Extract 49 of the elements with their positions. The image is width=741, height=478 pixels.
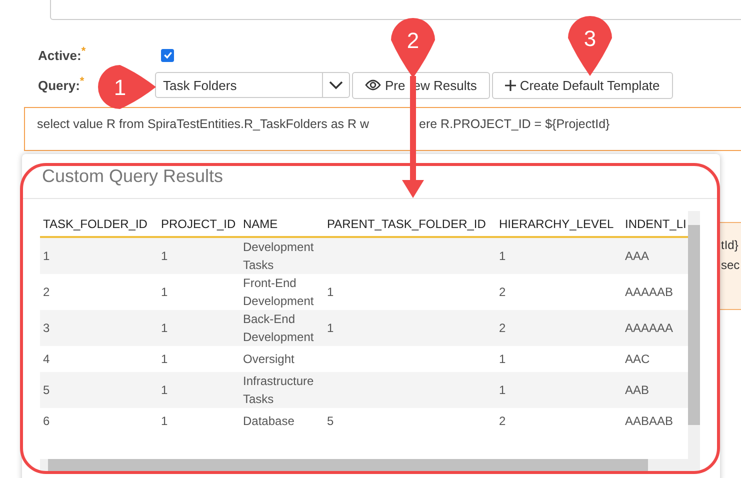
table-cell-text: 2 — [499, 320, 506, 337]
table-cell-text: Front-End Development — [243, 275, 315, 310]
table-cell-text: 5 — [327, 413, 334, 430]
table-cell-text: AAAAAB — [625, 284, 674, 301]
table-cell-text: 1 — [499, 248, 506, 265]
horizontal-scrollbar[interactable] — [40, 459, 700, 471]
table-cell-text: 2 — [43, 284, 50, 301]
table-cell-text: 6 — [43, 413, 50, 430]
table-cell-text: 1 — [161, 284, 168, 301]
chevron-down-icon — [329, 80, 343, 90]
table-cell-text: 1 — [161, 248, 168, 265]
table-cell-text: Oversight — [243, 351, 294, 368]
table-cell-text: Infrastructure Tasks — [243, 373, 315, 408]
query-textarea[interactable]: select value R from SpiraTestEntities.R_TaskFolders as R w ere R.PROJECT_ID = ${ProjectId} — [24, 107, 741, 151]
table-cell-text: 1 — [161, 382, 168, 399]
table-cell-text: 2 — [499, 284, 506, 301]
query-dropdown[interactable]: Task Folders — [155, 72, 350, 98]
table-cell-text: 1 — [43, 248, 50, 265]
table-cell-text: AABAAB — [625, 413, 674, 430]
table-cell-text: 1 — [327, 284, 334, 301]
table-cell-text: 1 — [161, 413, 168, 430]
table-cell-text: 1 — [499, 351, 506, 368]
table-cell-text: AAB — [625, 382, 650, 399]
table-cell-text: AAA — [625, 248, 650, 265]
notice-text: sec — [720, 257, 741, 274]
table-cell-text: AAAAAA — [625, 320, 674, 337]
active-label: Active:$^{*}$ — [38, 48, 86, 63]
table-cell-text: Back-End Development — [243, 311, 315, 346]
table-cell-text: 1 — [161, 351, 168, 368]
notice-text: tId} — [720, 237, 740, 254]
table-cell-text: 1 — [327, 320, 334, 337]
callout-marker: 2 — [391, 18, 435, 78]
eye-icon — [365, 79, 381, 91]
callout-marker: 3 — [568, 16, 612, 76]
create-button[interactable]: Create Default Template — [492, 72, 673, 98]
table-cell-text: 1 — [161, 320, 168, 337]
vertical-scrollbar[interactable] — [688, 211, 700, 459]
active-checkbox[interactable] — [161, 48, 174, 62]
table-cell-text: 1 — [499, 382, 506, 399]
callout-marker: 1 — [98, 65, 156, 109]
table-cell-text: Database — [243, 413, 294, 430]
table-cell-text: AAC — [625, 351, 650, 368]
table-cell-text: 4 — [43, 351, 50, 368]
table-cell-text: 2 — [499, 413, 506, 430]
plus-icon — [504, 80, 516, 90]
table-cell-text: 5 — [43, 382, 50, 399]
table-cell-text: 3 — [43, 320, 50, 337]
query-label: Query:$^{*}$ — [38, 78, 84, 93]
table-cell-text: Development Tasks — [243, 239, 315, 274]
